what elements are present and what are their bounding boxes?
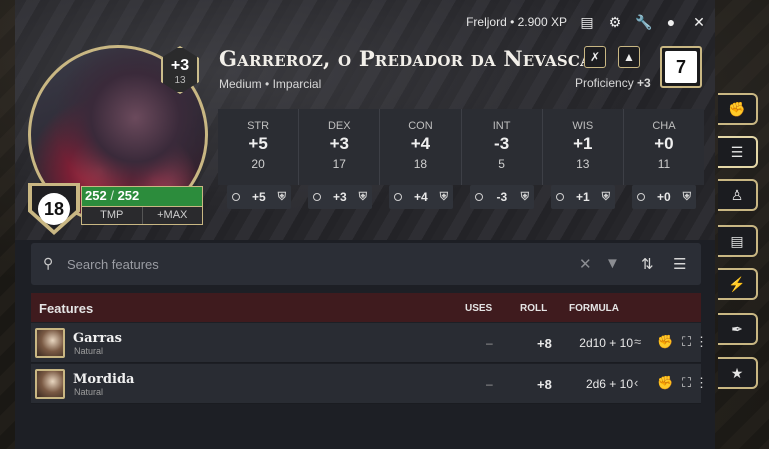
col-roll: ROLL [520, 303, 548, 314]
clear-icon[interactable]: ✕ [579, 255, 592, 273]
piercing-icon: ‹ [634, 375, 639, 390]
expand-icon[interactable]: ⛶ [682, 375, 691, 391]
ability-dex[interactable]: DEX +3 17 [299, 109, 381, 185]
tab-notes[interactable]: ✒ [718, 313, 758, 345]
tab-journal[interactable]: ▤ [718, 225, 758, 257]
fist-icon: ✊ [728, 101, 746, 117]
character-sheet-window: Freljord • 2.900 XP ▤ ⚙ 🔧 ● ✕ +3 13 18 2… [15, 0, 715, 449]
ability-cha[interactable]: CHA +0 11 [624, 109, 704, 185]
ability-con[interactable]: CON +4 18 [380, 109, 462, 185]
max-hp-button[interactable]: +MAX [143, 207, 203, 224]
person-icon: ♙ [730, 187, 744, 203]
list-icon: ☰ [730, 144, 744, 160]
feature-type: Natural [74, 346, 104, 356]
character-subline: Medium • Imparcial [219, 77, 322, 91]
feature-name: Mordida [73, 372, 135, 387]
save-wis[interactable]: +1 ⛨ [551, 185, 615, 209]
hp-current: 252 [85, 188, 107, 203]
save-str[interactable]: +5 ⛨ [227, 185, 291, 209]
features-header: Features USES ROLL FORMULA [31, 293, 701, 322]
tab-biography[interactable]: ♙ [718, 179, 758, 211]
proficiency-toggle[interactable] [637, 193, 645, 201]
hp-max: 252 [117, 188, 140, 203]
proficiency: Proficiency +3 [575, 76, 651, 90]
ability-wis[interactable]: WIS +1 13 [543, 109, 624, 185]
tab-attacks[interactable]: ✊ [718, 93, 758, 125]
star-icon: ★ [730, 365, 744, 381]
col-formula: FORMULA [569, 303, 619, 314]
proficiency-toggle[interactable] [313, 193, 321, 201]
feature-thumbnail [35, 369, 65, 399]
shield-icon: ⛨ [439, 190, 448, 203]
close-icon[interactable]: ✕ [691, 14, 707, 31]
col-uses: USES [465, 303, 493, 314]
proficiency-toggle[interactable] [556, 193, 564, 201]
search-icon: ⚲ [43, 255, 54, 271]
gear-icon[interactable]: ⚙ [607, 14, 623, 31]
shield-icon: ⛨ [601, 190, 610, 203]
sort-icon[interactable]: ⇅ [641, 255, 654, 273]
feather-icon: ✒ [731, 321, 743, 337]
armor-class[interactable]: 18 [38, 193, 70, 225]
realm-xp: Freljord • 2.900 XP [466, 15, 567, 29]
wrench-icon[interactable]: 🔧 [635, 14, 652, 31]
feature-type: Natural [74, 387, 104, 397]
user-icon[interactable]: ● [663, 14, 679, 30]
search-bar: ⚲ ✕ ▼ ⇅ ☰ [31, 243, 701, 285]
feature-formula[interactable]: 2d10 + 10 [553, 336, 633, 350]
camp-icon[interactable]: ▲ [618, 46, 640, 68]
hp-sub: TMP +MAX [81, 206, 203, 225]
feature-thumbnail [35, 328, 65, 358]
features-title: Features [39, 301, 94, 316]
expand-icon[interactable]: ⛶ [682, 334, 691, 350]
temp-hp-button[interactable]: TMP [82, 207, 143, 224]
proficiency-box[interactable]: 7 [660, 46, 702, 88]
proficiency-toggle[interactable] [232, 193, 240, 201]
layers-icon[interactable]: ☰ [673, 255, 686, 273]
more-icon[interactable]: ⋮ [695, 334, 708, 350]
feature-uses: – [486, 377, 493, 391]
tab-effects[interactable]: ⚡ [718, 268, 758, 300]
feature-row[interactable]: Garras Natural – +8 2d10 + 10 ≈ ✊ ⛶ ⋮ [31, 323, 708, 363]
save-dex[interactable]: +3 ⛨ [308, 185, 372, 209]
proficiency-toggle[interactable] [475, 193, 483, 201]
feature-roll[interactable]: +8 [537, 336, 552, 351]
more-icon[interactable]: ⋮ [695, 375, 708, 391]
fork-knife-icon[interactable]: ✗ [584, 46, 606, 68]
filter-icon[interactable]: ▼ [605, 255, 620, 272]
shield-icon: ⛨ [682, 190, 691, 203]
feature-roll[interactable]: +8 [537, 377, 552, 392]
tab-special[interactable]: ★ [718, 357, 758, 389]
journal-icon[interactable]: ▤ [579, 14, 595, 31]
topbar: Freljord • 2.900 XP ▤ ⚙ 🔧 ● ✕ [466, 12, 707, 32]
cr-bonus: +3 [170, 57, 190, 74]
ability-int[interactable]: INT -3 5 [462, 109, 543, 185]
fist-icon[interactable]: ✊ [657, 334, 673, 350]
ability-scores: STR +5 20 DEX +3 17 CON +4 18 INT -3 5 WIS +1 13 C… [218, 109, 704, 185]
save-con[interactable]: +4 ⛨ [389, 185, 453, 209]
search-input[interactable] [67, 252, 567, 276]
save-int[interactable]: -3 ⛨ [470, 185, 534, 209]
shield-icon: ⛨ [358, 190, 367, 203]
book-icon: ▤ [730, 233, 744, 249]
feature-row[interactable]: Mordida Natural – +8 2d6 + 10 ‹ ✊ ⛶ ⋮ [31, 364, 708, 404]
fist-icon[interactable]: ✊ [657, 375, 673, 391]
slashing-icon: ≈ [634, 334, 642, 349]
shield-icon: ⛨ [520, 190, 529, 203]
shield-icon: ⛨ [277, 190, 286, 203]
feature-name: Garras [73, 331, 122, 346]
tab-features[interactable]: ☰ [718, 136, 758, 168]
hp-bar[interactable]: 252 / 252 [81, 186, 203, 206]
bolt-icon: ⚡ [728, 276, 746, 292]
feature-formula[interactable]: 2d6 + 10 [553, 377, 633, 391]
proficiency-toggle[interactable] [394, 193, 402, 201]
save-cha[interactable]: +0 ⛨ [632, 185, 696, 209]
character-name: Garreroz, o Predador da Nevasca [219, 46, 592, 71]
feature-uses: – [486, 336, 493, 350]
ability-str[interactable]: STR +5 20 [218, 109, 300, 185]
